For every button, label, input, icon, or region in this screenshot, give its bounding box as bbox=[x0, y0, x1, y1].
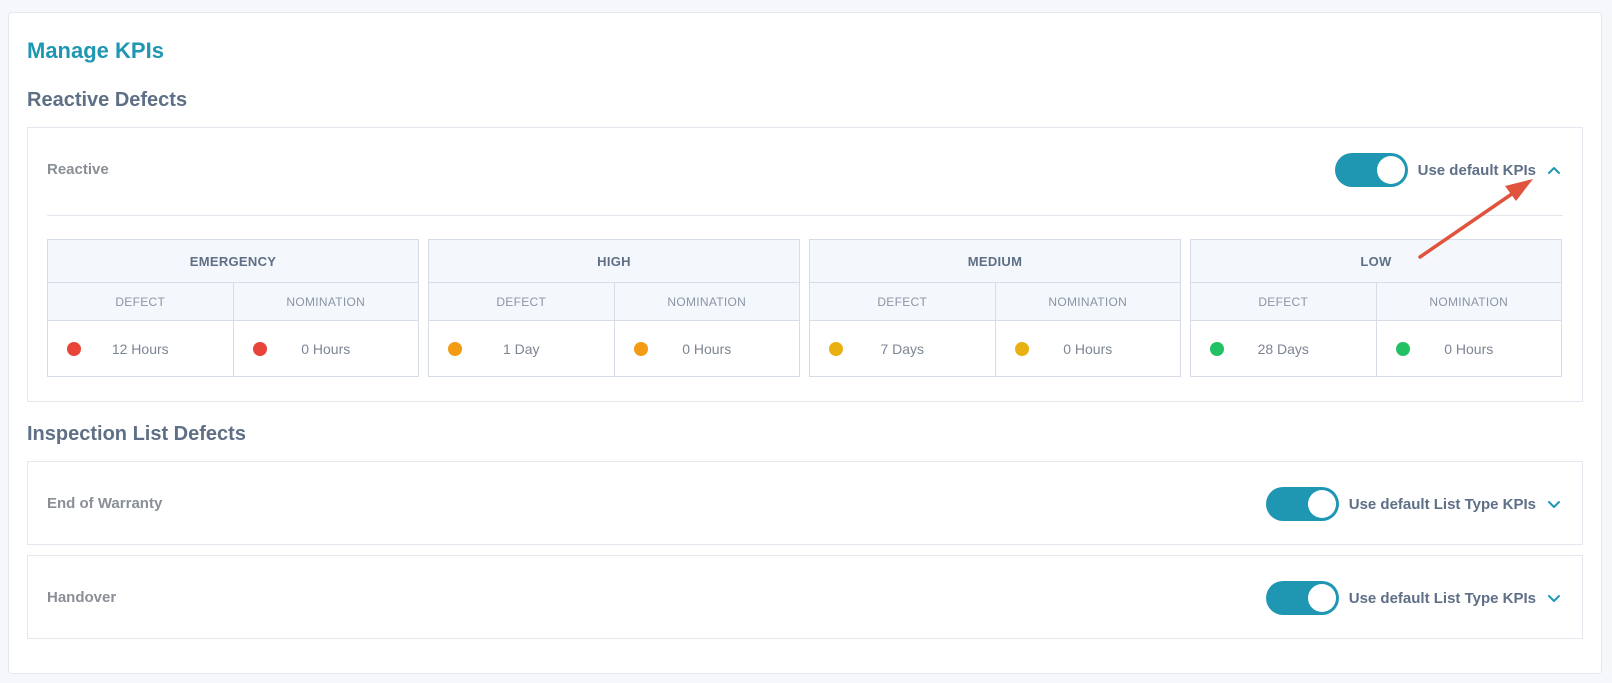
kpi-subheader-row: DEFECT NOMINATION bbox=[429, 283, 799, 321]
defect-header: DEFECT bbox=[1191, 283, 1377, 320]
kpi-group-header: EMERGENCY bbox=[48, 240, 418, 283]
nomination-cell[interactable]: 0 Hours bbox=[996, 321, 1181, 377]
kpi-values-row: 12 Hours 0 Hours bbox=[48, 321, 418, 377]
use-default-kpis-label: Use default KPIs bbox=[1417, 161, 1536, 179]
kpi-group-header: LOW bbox=[1191, 240, 1561, 283]
nomination-cell[interactable]: 0 Hours bbox=[615, 321, 800, 377]
defect-value: 1 Day bbox=[502, 341, 540, 357]
chevron-down-icon[interactable] bbox=[1546, 590, 1562, 606]
status-dot-icon bbox=[1014, 342, 1029, 356]
defect-cell[interactable]: 7 Days bbox=[810, 321, 996, 377]
reactive-toggle-group: Use default KPIs bbox=[1334, 152, 1562, 188]
end-of-warranty-panel: End of Warranty Use default List Type KP… bbox=[27, 461, 1583, 545]
end-of-warranty-toggle[interactable] bbox=[1265, 487, 1339, 521]
nomination-value: 0 Hours bbox=[682, 341, 732, 357]
end-of-warranty-toggle-label: Use default List Type KPIs bbox=[1348, 495, 1536, 513]
defect-value: 12 Hours bbox=[111, 341, 169, 357]
nomination-header: NOMINATION bbox=[1048, 294, 1128, 309]
kpi-group-header: MEDIUM bbox=[810, 240, 1180, 283]
status-dot-icon bbox=[1395, 342, 1410, 356]
reactive-panel: Reactive Use default KPIs EMERGENCY DEFEC… bbox=[27, 127, 1583, 402]
defect-cell[interactable]: 28 Days bbox=[1191, 321, 1377, 377]
defect-header: DEFECT bbox=[48, 283, 234, 320]
use-default-kpis-toggle[interactable] bbox=[1334, 153, 1408, 187]
toggle-knob bbox=[1307, 490, 1336, 518]
nomination-value: 0 Hours bbox=[1444, 341, 1494, 357]
handover-toggle[interactable] bbox=[1265, 581, 1339, 615]
status-dot-icon bbox=[1210, 342, 1224, 356]
handover-toggle-label: Use default List Type KPIs bbox=[1348, 589, 1536, 607]
kpi-group-low: LOW DEFECT NOMINATION 28 Days 0 Hours bbox=[1190, 239, 1562, 377]
nomination-header: NOMINATION bbox=[1429, 294, 1509, 309]
status-dot-icon bbox=[448, 342, 462, 356]
defect-header: DEFECT bbox=[429, 283, 615, 320]
nomination-value: 0 Hours bbox=[301, 341, 351, 357]
panel-divider bbox=[47, 215, 1563, 216]
chevron-up-icon[interactable] bbox=[1546, 162, 1562, 178]
reactive-section-title: Reactive Defects bbox=[27, 89, 188, 111]
kpi-values-row: 28 Days 0 Hours bbox=[1191, 321, 1561, 377]
status-dot-icon bbox=[829, 342, 843, 356]
defect-cell[interactable]: 12 Hours bbox=[48, 321, 234, 377]
kpi-values-row: 7 Days 0 Hours bbox=[810, 321, 1180, 377]
defect-header: DEFECT bbox=[810, 283, 996, 320]
nomination-cell[interactable]: 0 Hours bbox=[1377, 321, 1562, 377]
kpi-subheader-row: DEFECT NOMINATION bbox=[1191, 283, 1561, 321]
status-dot-icon bbox=[633, 342, 648, 356]
end-of-warranty-label: End of Warranty bbox=[47, 495, 163, 512]
kpi-group-emergency: EMERGENCY DEFECT NOMINATION 12 Hours 0 Hours bbox=[47, 239, 419, 377]
toggle-knob bbox=[1307, 584, 1336, 612]
nomination-header: NOMINATION bbox=[667, 294, 747, 309]
kpi-group-header: HIGH bbox=[429, 240, 799, 283]
handover-toggle-group: Use default List Type KPIs bbox=[1265, 580, 1562, 616]
kpi-values-row: 1 Day 0 Hours bbox=[429, 321, 799, 377]
defect-value: 28 Days bbox=[1257, 341, 1309, 357]
kpi-group-high: HIGH DEFECT NOMINATION 1 Day 0 Hours bbox=[428, 239, 800, 377]
defect-value: 7 Days bbox=[880, 341, 925, 357]
defect-cell[interactable]: 1 Day bbox=[429, 321, 615, 377]
kpi-subheader-row: DEFECT NOMINATION bbox=[810, 283, 1180, 321]
kpi-subheader-row: DEFECT NOMINATION bbox=[48, 283, 418, 321]
nomination-header: NOMINATION bbox=[286, 294, 366, 309]
status-dot-icon bbox=[67, 342, 81, 356]
handover-label: Handover bbox=[47, 589, 117, 606]
nomination-cell[interactable]: 0 Hours bbox=[234, 321, 419, 377]
inspection-section-title: Inspection List Defects bbox=[27, 423, 246, 445]
reactive-panel-label: Reactive bbox=[47, 161, 109, 178]
end-of-warranty-toggle-group: Use default List Type KPIs bbox=[1265, 486, 1562, 522]
handover-panel: Handover Use default List Type KPIs bbox=[27, 555, 1583, 639]
toggle-knob bbox=[1376, 156, 1405, 184]
kpi-group-medium: MEDIUM DEFECT NOMINATION 7 Days 0 Hours bbox=[809, 239, 1181, 377]
nomination-value: 0 Hours bbox=[1063, 341, 1113, 357]
page-title: Manage KPIs bbox=[27, 38, 164, 63]
chevron-down-icon[interactable] bbox=[1546, 496, 1562, 512]
status-dot-icon bbox=[252, 342, 267, 356]
